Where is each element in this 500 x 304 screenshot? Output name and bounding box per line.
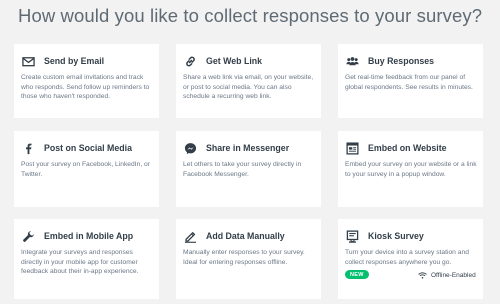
option-label: Send by Email (44, 56, 105, 66)
wrench-icon (21, 229, 35, 243)
option-label: Embed on Website (368, 143, 447, 153)
option-embed-on-website[interactable]: Embed on Website Embed your survey on yo… (338, 131, 483, 207)
option-embed-in-mobile-app[interactable]: Embed in Mobile App Integrate your surve… (14, 219, 159, 299)
wifi-icon (418, 272, 427, 279)
option-description: Share a web link via email, on your webs… (183, 74, 314, 101)
option-description: Create custom email invitations and trac… (21, 74, 150, 101)
facebook-icon (21, 141, 35, 155)
offline-enabled-label: Offline-Enabled (431, 272, 476, 279)
embed-window-icon (345, 141, 359, 155)
option-label: Add Data Manually (206, 231, 285, 241)
option-buy-responses[interactable]: Buy Responses Get real-time feedback fro… (338, 44, 483, 118)
option-description: Integrate your surveys and responses dir… (21, 249, 139, 276)
option-description: Get real-time feedback from our panel of… (345, 74, 473, 91)
option-label: Embed in Mobile App (44, 231, 134, 241)
option-share-in-messenger[interactable]: Share in Messenger Let others to take yo… (176, 131, 321, 207)
option-description: Post your survey on Facebook, LinkedIn, … (21, 161, 150, 178)
option-get-web-link[interactable]: Get Web Link Share a web link via email,… (176, 44, 321, 118)
option-description: Let others to take your survey directly … (183, 161, 302, 178)
option-post-on-social-media[interactable]: Post on Social Media Post your survey on… (14, 131, 159, 207)
envelope-icon (21, 54, 35, 68)
pencil-icon (183, 229, 197, 243)
option-kiosk-survey[interactable]: Kiosk Survey Turn your device into a sur… (338, 219, 483, 299)
option-label: Buy Responses (368, 56, 434, 66)
option-label: Get Web Link (206, 56, 263, 66)
messenger-icon (183, 141, 197, 155)
option-description: Embed your survey on your website or a l… (345, 161, 477, 178)
option-label: Post on Social Media (44, 143, 132, 153)
offline-enabled-indicator: Offline-Enabled (418, 272, 476, 279)
option-label: Kiosk Survey (368, 231, 424, 241)
link-icon (183, 54, 197, 68)
option-description: Manually enter responses to your survey.… (183, 249, 305, 266)
new-badge: NEW (345, 270, 369, 279)
page-title: How would you like to collect responses … (18, 5, 483, 26)
option-add-data-manually[interactable]: Add Data Manually Manually enter respons… (176, 219, 321, 299)
option-label: Share in Messenger (206, 143, 290, 153)
option-send-by-email[interactable]: Send by Email Create custom email invita… (14, 44, 159, 118)
option-description: Turn your device into a survey station a… (345, 249, 469, 266)
kiosk-icon (345, 229, 359, 243)
people-group-icon (345, 54, 359, 68)
